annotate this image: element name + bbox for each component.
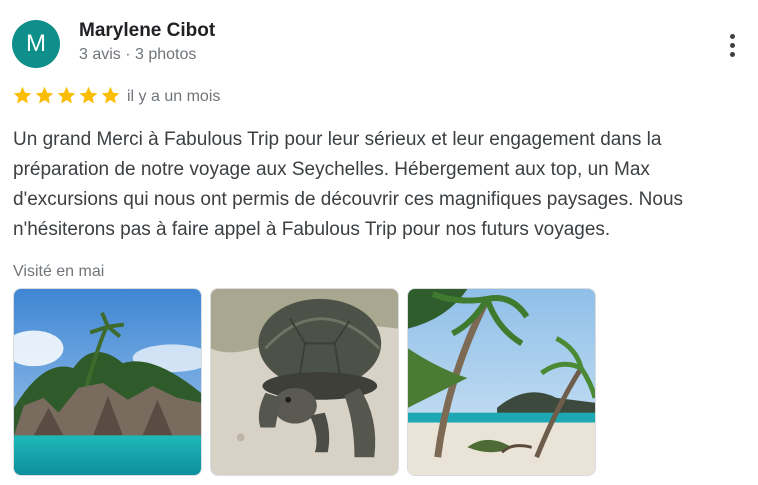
giant-tortoise-photo[interactable]: [210, 288, 399, 476]
island-rocks-photo[interactable]: [13, 288, 202, 476]
reviewer-meta: 3 avis · 3 photos: [79, 46, 197, 63]
more-options-icon[interactable]: [718, 28, 746, 62]
star-icon: [13, 86, 32, 104]
star-icon: [101, 86, 120, 104]
avatar-letter: M: [26, 30, 46, 57]
photo-strip: [13, 288, 596, 476]
palm-beach-photo[interactable]: [407, 288, 596, 476]
star-icon: [35, 86, 54, 104]
star-rating: [12, 85, 121, 106]
star-icon: [79, 86, 98, 104]
star-icon: [57, 86, 76, 104]
review-date: il y a un mois: [127, 88, 221, 105]
review-text: Un grand Merci à Fabulous Trip pour leur…: [13, 129, 684, 240]
reviewer-name[interactable]: Marylene Cibot: [79, 20, 215, 42]
reviewer-avatar[interactable]: M: [12, 20, 60, 68]
visited-label: Visité en mai: [13, 263, 105, 280]
